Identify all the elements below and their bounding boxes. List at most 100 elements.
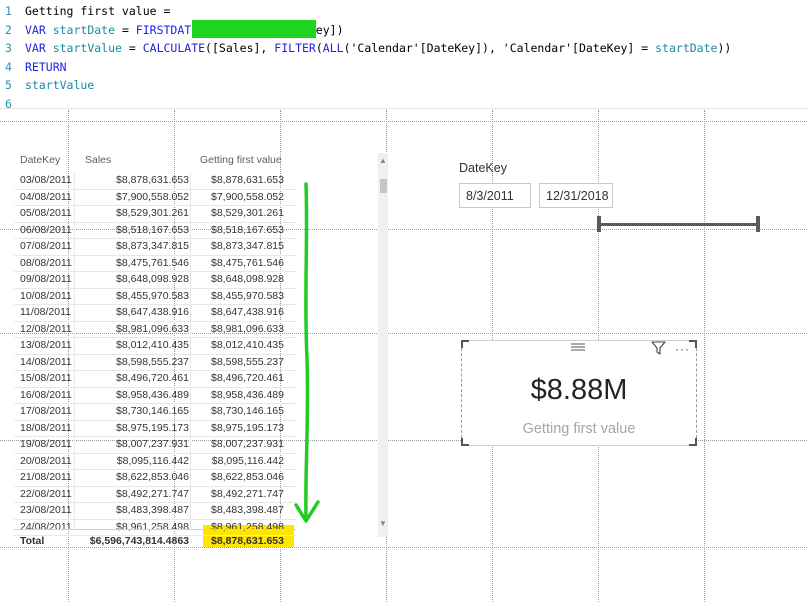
row-sales: $7,900,558.052 [116, 190, 189, 203]
code-line[interactable]: 1 Getting first value = [0, 2, 170, 20]
table-row[interactable]: 18/08/2011 $8,975,195.173 $8,975,195.173 [14, 421, 296, 437]
code-line[interactable]: 3 VAR startValue = CALCULATE([Sales], FIL… [0, 39, 731, 57]
slicer-range-track[interactable] [599, 223, 759, 226]
slicer-end-date-input[interactable]: 12/31/2018 [539, 183, 613, 208]
grid-dots-col [704, 110, 705, 602]
code-line[interactable]: 5 startValue [0, 76, 94, 94]
column-header-datekey[interactable]: DateKey [20, 154, 60, 166]
green-highlight-first-value [192, 20, 316, 38]
code-line[interactable]: 4 RETURN [0, 58, 67, 76]
code-token: ALL [322, 41, 344, 55]
row-datekey: 03/08/2011 [20, 174, 72, 186]
filter-icon[interactable] [651, 341, 666, 355]
slicer-start-handle[interactable] [597, 216, 601, 232]
more-options-icon[interactable]: ··· [675, 343, 690, 355]
table-row[interactable]: 09/08/2011 $8,648,098.928 $8,648,098.928 [14, 272, 296, 289]
row-first-value: $8,648,098.928 [211, 273, 284, 285]
code-token: startDate [655, 41, 718, 55]
scroll-up-icon[interactable]: ▲ [379, 157, 387, 165]
row-datekey: 18/08/2011 [20, 421, 72, 434]
row-sales: $8,483,398.487 [116, 504, 189, 516]
code-line[interactable]: 6 [0, 95, 25, 113]
code-token: startValue [25, 78, 95, 92]
row-datekey: 10/08/2011 [20, 289, 72, 302]
slicer-start-date-input[interactable]: 8/3/2011 [459, 183, 531, 208]
row-sales: $8,492,271.747 [116, 487, 189, 500]
line-number: 4 [5, 59, 12, 74]
row-sales: $8,981,096.633 [116, 322, 189, 335]
table-row[interactable]: 17/08/2011 $8,730,146.165 $8,730,146.165 [14, 404, 296, 421]
table-body: 03/08/2011 $8,878,631.653 $8,878,631.653 04… [14, 173, 296, 536]
row-datekey: 17/08/2011 [20, 405, 72, 417]
row-sales: $8,012,410.435 [116, 339, 189, 351]
table-row[interactable]: 13/08/2011 $8,012,410.435 $8,012,410.435 [14, 338, 296, 355]
line-number: 6 [5, 96, 12, 111]
card-visual[interactable]: $8.88M Getting first value [461, 340, 697, 446]
row-sales: $8,007,237.931 [116, 438, 189, 450]
code-token: = [121, 41, 143, 55]
row-datekey: 22/08/2011 [20, 487, 72, 500]
table-visual[interactable]: DateKey Sales Getting first value 03/08/… [14, 150, 296, 550]
row-first-value: $8,981,096.633 [211, 322, 284, 335]
row-first-value: $8,622,853.046 [211, 471, 284, 483]
table-row[interactable]: 23/08/2011 $8,483,398.487 $8,483,398.487 [14, 503, 296, 520]
selection-corner[interactable] [689, 340, 697, 348]
table-row[interactable]: 21/08/2011 $8,622,853.046 $8,622,853.046 [14, 470, 296, 487]
row-datekey: 21/08/2011 [20, 471, 72, 483]
row-sales: $8,730,146.165 [116, 405, 189, 417]
total-label: Total [20, 535, 45, 547]
selection-corner[interactable] [461, 438, 469, 446]
table-row[interactable]: 03/08/2011 $8,878,631.653 $8,878,631.653 [14, 173, 296, 190]
table-row[interactable]: 04/08/2011 $7,900,558.052 $7,900,558.052 [14, 190, 296, 206]
table-row[interactable]: 06/08/2011 $8,518,167.653 $8,518,167.653 [14, 223, 296, 239]
drag-handle-icon[interactable] [570, 342, 586, 352]
row-sales: $8,975,195.173 [116, 421, 189, 434]
code-token: FIRSTDATE [135, 22, 199, 37]
table-scrollbar[interactable] [378, 153, 388, 537]
selection-corner[interactable] [461, 340, 469, 348]
scroll-down-icon[interactable]: ▼ [379, 520, 387, 528]
row-sales: $8,598,555.237 [116, 355, 189, 368]
table-row[interactable]: 19/08/2011 $8,007,237.931 $8,007,237.931 [14, 437, 296, 454]
row-first-value: $8,730,146.165 [211, 405, 284, 417]
row-first-value: $8,095,116.442 [211, 454, 284, 467]
row-first-value: $8,518,167.653 [211, 223, 284, 236]
table-total-row: Total $6,596,743,814.4863 $8,878,631.653 [14, 529, 296, 552]
table-row[interactable]: 15/08/2011 $8,496,720.461 $8,496,720.461 [14, 371, 296, 388]
code-token: FILTER [274, 41, 316, 55]
slicer-end-handle[interactable] [756, 216, 760, 232]
table-row[interactable]: 11/08/2011 $8,647,438.916 $8,647,438.916 [14, 305, 296, 322]
row-sales: $8,958,436.489 [116, 388, 189, 401]
total-sales: $6,596,743,814.4863 [89, 535, 189, 547]
row-datekey: 06/08/2011 [20, 223, 72, 236]
selection-corner[interactable] [689, 438, 697, 446]
row-sales: $8,455,970.583 [116, 289, 189, 302]
row-sales: $8,475,761.546 [116, 256, 189, 269]
table-row[interactable]: 22/08/2011 $8,492,271.747 $8,492,271.747 [14, 487, 296, 503]
table-row[interactable]: 05/08/2011 $8,529,301.261 $8,529,301.261 [14, 206, 296, 223]
row-sales: $8,647,438.916 [116, 306, 189, 318]
row-datekey: 14/08/2011 [20, 355, 72, 368]
row-first-value: $7,900,558.052 [211, 190, 284, 203]
card-value: $8.88M [530, 374, 628, 406]
table-row[interactable]: 08/08/2011 $8,475,761.546 $8,475,761.546 [14, 256, 296, 272]
row-datekey: 07/08/2011 [20, 240, 72, 252]
line-number: 2 [5, 22, 12, 37]
table-row[interactable]: 10/08/2011 $8,455,970.583 $8,455,970.583 [14, 289, 296, 305]
table-row[interactable]: 07/08/2011 $8,873,347.815 $8,873,347.815 [14, 239, 296, 256]
code-token: )) [717, 41, 732, 55]
code-token: ([Sales], [205, 41, 275, 55]
column-header-getting-first-value[interactable]: Getting first value [200, 154, 282, 166]
table-row[interactable]: 20/08/2011 $8,095,116.442 $8,095,116.442 [14, 454, 296, 470]
table-row[interactable]: 14/08/2011 $8,598,555.237 $8,598,555.237 [14, 355, 296, 371]
scrollbar-thumb[interactable] [380, 179, 387, 193]
dax-formula-editor[interactable]: 1 Getting first value = 2 VAR startDate = F… [0, 0, 807, 111]
row-sales: $8,496,720.461 [116, 372, 189, 384]
row-first-value: $8,492,271.747 [211, 487, 284, 500]
table-row[interactable]: 16/08/2011 $8,958,436.489 $8,958,436.489 [14, 388, 296, 404]
green-arrow-annotation [294, 182, 320, 523]
table-row[interactable]: 12/08/2011 $8,981,096.633 $8,981,096.633 [14, 322, 296, 338]
row-datekey: 12/08/2011 [20, 322, 72, 335]
row-first-value: $8,007,237.931 [211, 438, 284, 450]
column-header-sales[interactable]: Sales [85, 154, 111, 166]
